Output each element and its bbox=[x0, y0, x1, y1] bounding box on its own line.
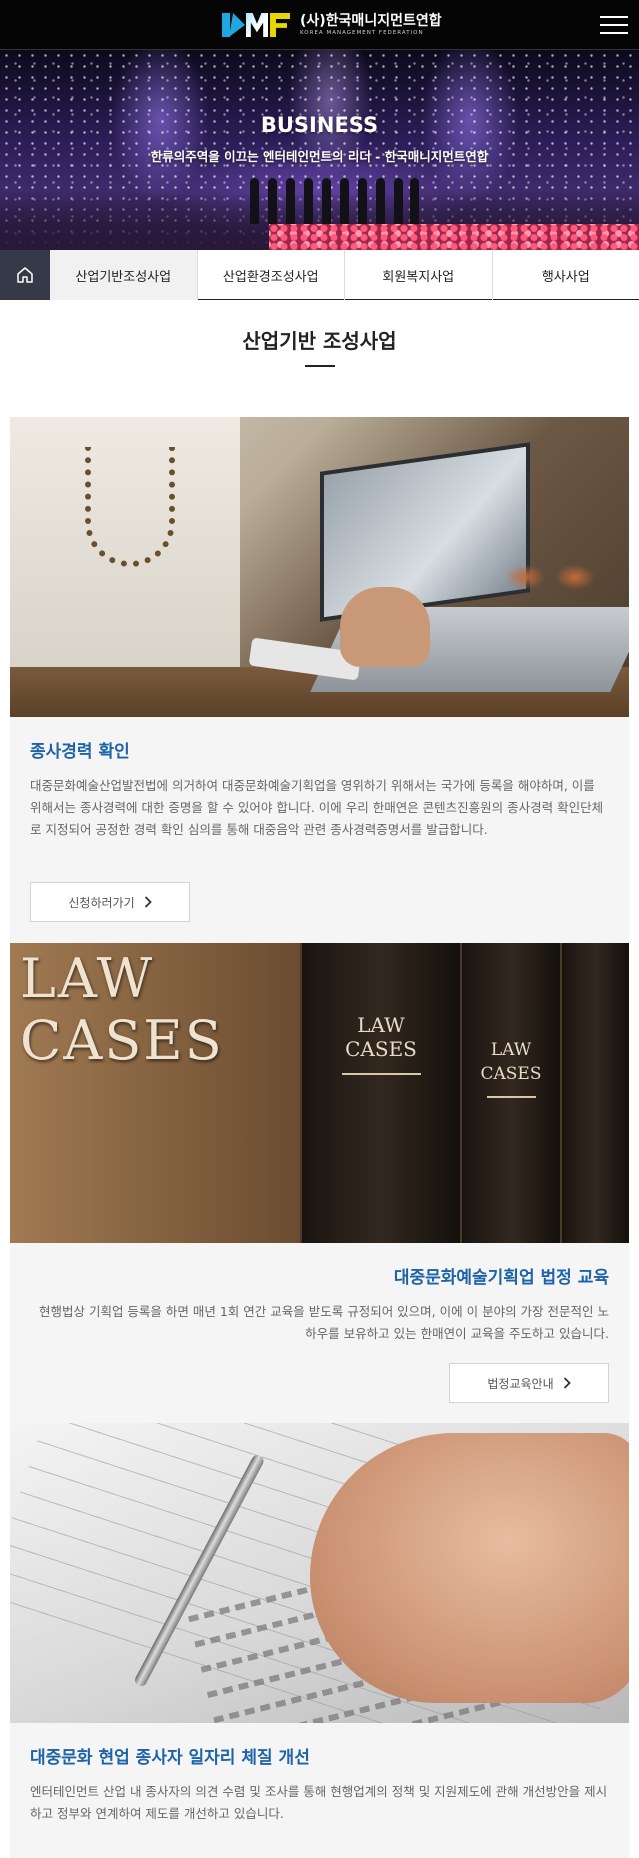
logo-text: (사)한국매니지먼트연합 KOREA MANAGEMENT FEDERATION bbox=[300, 14, 442, 37]
card-description: 엔터테인먼트 산업 내 종사자의 의견 수렴 및 조사를 통해 현행업계의 정책… bbox=[30, 1784, 608, 1821]
section-title: 산업기반 조성사업 bbox=[242, 329, 397, 353]
law-cases-book-text: LAW CASES bbox=[20, 947, 224, 1072]
section-title-underline bbox=[305, 365, 335, 367]
legal-education-info-button[interactable]: 법정교육안내 bbox=[449, 1363, 609, 1403]
logo-subtitle: KOREA MANAGEMENT FEDERATION bbox=[300, 29, 424, 36]
kmf-logo-mark bbox=[222, 11, 292, 39]
site-header: (사)한국매니지먼트연합 KOREA MANAGEMENT FEDERATION bbox=[0, 0, 639, 50]
career-verification-card: 종사경력 확인 대중문화예술산업발전법에 의거하여 대중문화예술기획업을 영위하… bbox=[10, 717, 629, 943]
card-description: 현행법상 기획업 등록을 하면 매년 1회 연간 교육을 받도록 규정되어 있으… bbox=[38, 1304, 609, 1341]
chevron-right-icon bbox=[563, 1377, 571, 1389]
hero-subtitle: 한류의주역을 이끄는 엔터테인먼트의 리더 - 한국매니지먼트연합 bbox=[150, 149, 489, 164]
tab-member-welfare[interactable]: 회원복지사업 bbox=[345, 250, 493, 300]
home-icon bbox=[17, 267, 33, 283]
job-improvement-card: 대중문화 현업 종사자 일자리 체질 개선 엔터테인먼트 산업 내 종사자의 의… bbox=[10, 1723, 629, 1858]
law-books-photo: LAW CASES LAW CASES LAW CASES bbox=[10, 943, 629, 1243]
stage-performers-image bbox=[250, 178, 420, 228]
card-description: 대중문화예술산업발전법에 의거하여 대중문화예술기획업을 영위하기 위해서는 국… bbox=[30, 778, 604, 837]
legal-education-button-label: 법정교육안내 bbox=[487, 1376, 554, 1391]
site-logo[interactable]: (사)한국매니지먼트연합 KOREA MANAGEMENT FEDERATION bbox=[222, 10, 442, 40]
home-tab[interactable] bbox=[0, 250, 50, 300]
hero-title: BUSINESS bbox=[260, 113, 379, 137]
card-title: 대중문화예술기획업 법정 교육 bbox=[393, 1268, 609, 1288]
tab-events[interactable]: 행사사업 bbox=[493, 250, 639, 300]
office-laptop-photo bbox=[10, 417, 629, 717]
legal-education-card: 대중문화예술기획업 법정 교육 현행법상 기획업 등록을 하면 매년 1회 연간… bbox=[10, 1243, 629, 1423]
apply-button[interactable]: 신청하러가기 bbox=[30, 882, 190, 922]
hamburger-menu-icon[interactable] bbox=[600, 16, 628, 34]
apply-button-label: 신청하러가기 bbox=[68, 895, 135, 910]
card-title: 대중문화 현업 종사자 일자리 체질 개선 bbox=[30, 1748, 310, 1768]
logo-title: (사)한국매니지먼트연합 bbox=[300, 12, 442, 29]
card-title: 종사경력 확인 bbox=[30, 742, 130, 762]
hero-banner: BUSINESS 한류의주역을 이끄는 엔터테인먼트의 리더 - 한국매니지먼트… bbox=[0, 50, 639, 250]
chevron-right-icon bbox=[144, 896, 152, 908]
pen-writing-photo bbox=[10, 1423, 629, 1723]
sub-navigation-tabs: 산업기반조성사업 산업환경조성사업 회원복지사업 행사사업 bbox=[0, 250, 639, 300]
tab-industry-foundation[interactable]: 산업기반조성사업 bbox=[50, 250, 198, 300]
tab-industry-environment[interactable]: 산업환경조성사업 bbox=[198, 250, 345, 300]
